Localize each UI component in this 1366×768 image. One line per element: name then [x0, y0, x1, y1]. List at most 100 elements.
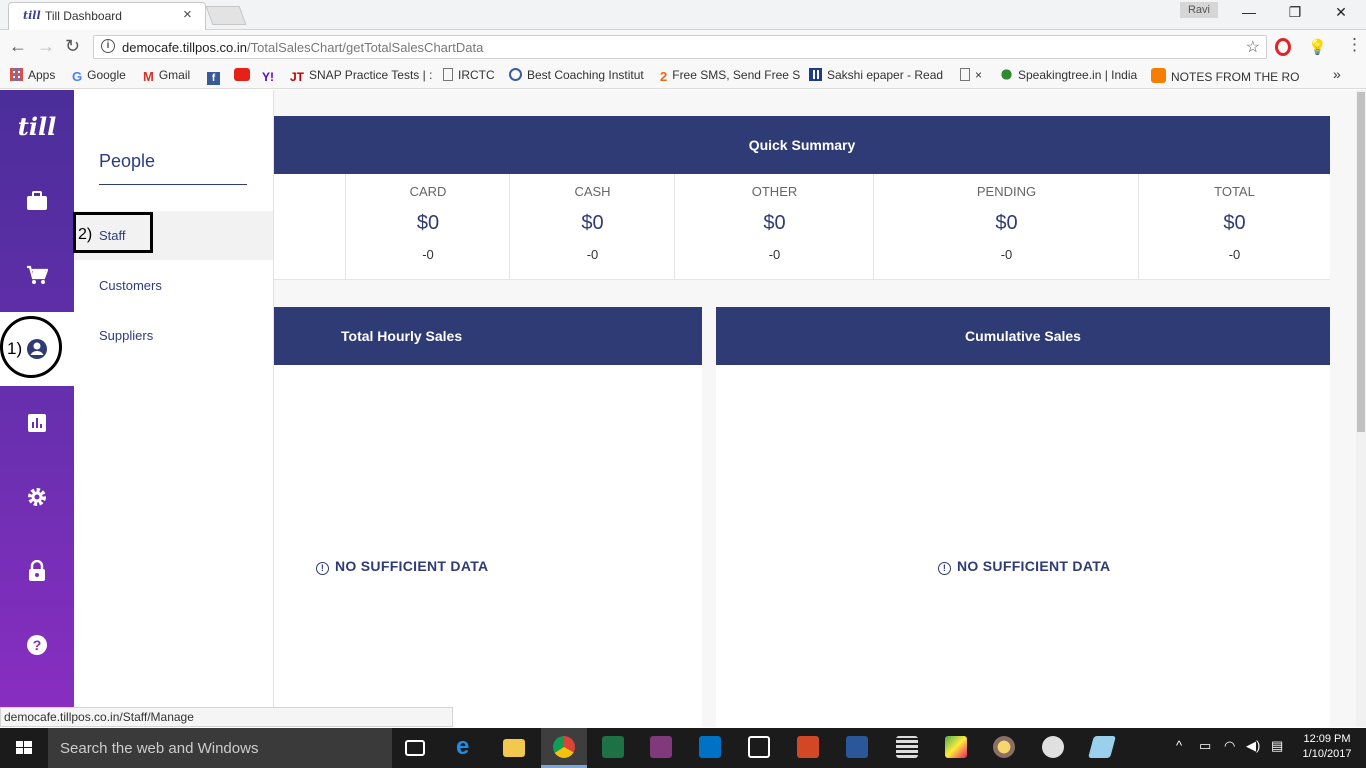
bookmark-sms[interactable]: 2 Free SMS, Send Free S [660, 68, 800, 84]
lock-icon [29, 560, 45, 581]
page-icon [960, 68, 970, 81]
battery-icon[interactable]: ▭ [1199, 738, 1211, 754]
browser-tab[interactable]: till Till Dashboard × [8, 2, 206, 30]
edge-icon[interactable]: e [456, 733, 478, 760]
cumulative-no-data: ! NO SUFFICIENT DATA [938, 558, 1110, 575]
svg-text:?: ? [33, 637, 42, 653]
youtube-icon [234, 68, 250, 81]
hourly-sales-panel: Total Hourly Sales [274, 307, 702, 365]
bookmark-coaching[interactable]: Best Coaching Institut [509, 68, 644, 82]
url-text: democafe.tillpos.co.in/TotalSalesChart/g… [122, 40, 483, 55]
summary-label: OTHER [751, 184, 798, 199]
sidebar-item-reports[interactable] [0, 403, 74, 443]
bookmarks-overflow-icon[interactable]: » [1333, 66, 1341, 82]
paint-icon[interactable] [993, 736, 1015, 758]
briefcase-icon [27, 191, 47, 210]
clock-time: 12:09 PM [1303, 733, 1351, 745]
summary-amount: $0 [581, 212, 604, 234]
bookmark-speakingtree[interactable]: Speakingtree.in | India [1000, 68, 1137, 82]
google-icon: G [72, 69, 83, 84]
task-view-icon[interactable] [405, 740, 425, 756]
bookmark-star-icon[interactable]: ☆ [1246, 37, 1260, 57]
volume-icon[interactable]: ◀) [1246, 738, 1260, 754]
sidebar-item-orders[interactable] [0, 255, 74, 295]
scrollbar-thumb[interactable] [1357, 92, 1365, 432]
outlook-icon[interactable] [699, 736, 721, 758]
sidebar-item-settings[interactable] [0, 477, 74, 517]
bookmark-gmail[interactable]: M Gmail [143, 68, 190, 84]
calculator-icon[interactable] [896, 736, 918, 758]
people-subnav [74, 90, 274, 727]
forward-arrow-icon[interactable]: → [37, 36, 55, 57]
sidebar-item-security[interactable] [0, 551, 74, 591]
chrome-icon[interactable] [553, 736, 575, 758]
onenote-icon[interactable] [650, 736, 672, 758]
new-tab-button[interactable] [205, 6, 247, 25]
summary-amount: $0 [995, 212, 1018, 234]
opera-extension-icon[interactable] [1275, 38, 1291, 56]
url-host: democafe.tillpos.co.in [122, 40, 248, 55]
snipping-tool-icon[interactable] [1042, 736, 1064, 758]
hourly-no-data: ! NO SUFFICIENT DATA [316, 558, 488, 575]
summary-count: -0 [1000, 247, 1013, 262]
quick-summary-body: CARD $0 -0 CASH $0 -0 OTHER $0 -0 PENDIN… [274, 174, 1330, 280]
reload-icon[interactable]: ↻ [65, 36, 80, 57]
till-favicon-icon: till [23, 9, 41, 22]
bookmarks-bar: Apps G Google M Gmail f Y! JT SNAP Practice… [0, 63, 1366, 89]
bookmark-irctc[interactable]: IRCTC [443, 68, 495, 82]
photos-app-icon[interactable] [945, 736, 967, 758]
bookmark-notes[interactable]: NOTES FROM THE RO [1151, 68, 1299, 84]
tree-icon [1000, 68, 1013, 81]
powerpoint-icon[interactable] [797, 736, 819, 758]
info-icon[interactable]: i [101, 39, 115, 53]
globe-icon [509, 68, 522, 81]
bookmark-facebook[interactable]: f [207, 68, 225, 85]
window-close-button[interactable]: ✕ [1326, 4, 1356, 21]
cart-icon [27, 265, 48, 284]
tab-close-icon[interactable]: × [183, 6, 192, 23]
start-button[interactable] [0, 728, 48, 768]
annotation-circle-1: 1) [0, 316, 62, 378]
taskbar-search[interactable]: Search the web and Windows [48, 728, 392, 768]
browser-menu-icon[interactable]: ⋮ [1346, 35, 1363, 55]
subnav-item-suppliers[interactable]: Suppliers [99, 328, 153, 343]
subnav-item-customers[interactable]: Customers [99, 278, 162, 293]
word-icon[interactable] [846, 736, 868, 758]
restore-button[interactable]: ❐ [1280, 4, 1310, 21]
taskbar-clock[interactable]: 12:09 PM 1/10/2017 [1296, 732, 1358, 762]
tray-chevron-icon[interactable]: ^ [1176, 738, 1182, 753]
wifi-icon[interactable]: ◠ [1224, 738, 1235, 754]
file-explorer-icon[interactable] [503, 739, 525, 757]
annotation-label-1: 1) [7, 339, 23, 358]
profile-badge[interactable]: Ravi [1180, 2, 1218, 18]
bookmark-youtube[interactable] [234, 68, 255, 82]
bookmark-untitled[interactable]: × [960, 68, 982, 82]
summary-other: OTHER $0 -0 [674, 174, 874, 280]
summary-label: CARD [409, 184, 447, 199]
annotation-box-2: 2) [73, 212, 153, 253]
address-bar[interactable]: i democafe.tillpos.co.in/TotalSalesChart… [93, 35, 1267, 59]
bookmark-apps[interactable]: Apps [10, 68, 55, 82]
action-center-icon[interactable]: ▤ [1271, 738, 1283, 754]
info-circle-icon: ! [316, 562, 329, 575]
minimize-button[interactable]: — [1234, 4, 1264, 20]
store-icon[interactable] [748, 736, 770, 758]
summary-count: -0 [768, 247, 781, 262]
extension-bulb-icon[interactable]: 💡 [1308, 38, 1327, 56]
sidebar-item-sales[interactable] [0, 181, 74, 221]
subnav-title: People [99, 151, 156, 171]
quick-summary-header: Quick Summary [274, 116, 1330, 174]
clock-date: 1/10/2017 [1302, 748, 1352, 760]
back-arrow-icon[interactable]: ← [9, 36, 27, 57]
sidebar-item-help[interactable]: ? [0, 625, 74, 665]
summary-amount: $0 [416, 212, 440, 234]
excel-icon[interactable] [602, 736, 624, 758]
cumulative-sales-body [716, 365, 1330, 727]
summary-amount: $0 [1223, 212, 1246, 234]
bookmark-snap[interactable]: JT SNAP Practice Tests | : [290, 68, 432, 84]
cumulative-sales-panel: Cumulative Sales [716, 307, 1330, 365]
bookmark-yahoo[interactable]: Y! [262, 68, 279, 84]
summary-label: CASH [574, 184, 611, 199]
bookmark-google[interactable]: G Google [72, 68, 126, 84]
bookmark-sakshi[interactable]: Sakshi epaper - Read [809, 68, 943, 82]
